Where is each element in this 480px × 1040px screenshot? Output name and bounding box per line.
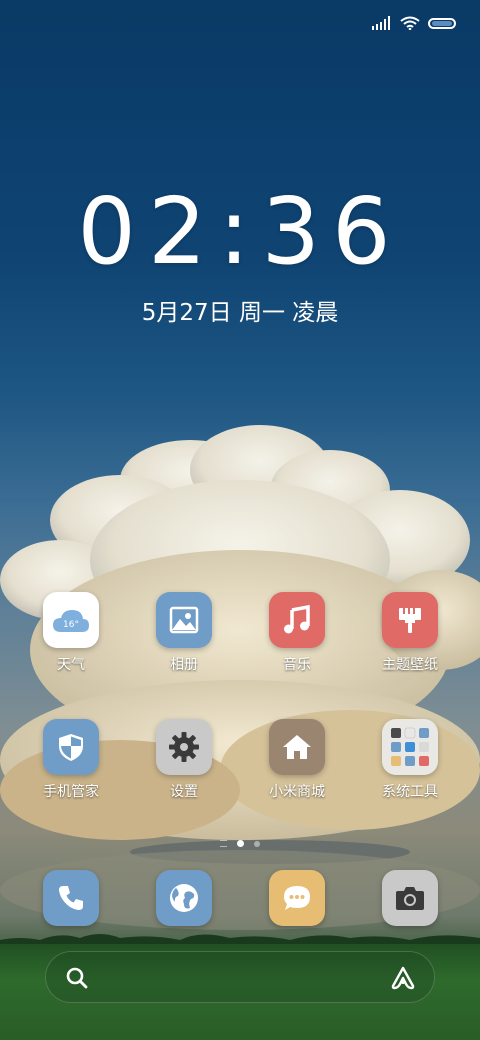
dock-camera[interactable] bbox=[382, 870, 438, 926]
signal-icon bbox=[372, 16, 390, 30]
messages-icon bbox=[284, 886, 310, 910]
app-label: 手机管家 bbox=[43, 784, 99, 800]
status-bar bbox=[372, 12, 456, 34]
page-dot-list[interactable] bbox=[220, 840, 227, 847]
app-gallery[interactable]: 相册 bbox=[134, 592, 234, 674]
wallpaper-treeline bbox=[0, 934, 480, 944]
svg-text:16°: 16° bbox=[63, 620, 79, 630]
folder-icon bbox=[382, 719, 438, 775]
music-icon bbox=[269, 592, 325, 648]
app-mi-store[interactable]: 小米商城 bbox=[247, 719, 347, 801]
app-label: 设置 bbox=[170, 784, 198, 800]
page-indicator bbox=[0, 840, 480, 847]
browser-icon bbox=[170, 884, 198, 912]
dock-phone[interactable] bbox=[43, 870, 99, 926]
assistant-icon[interactable] bbox=[390, 965, 416, 995]
dock-browser[interactable] bbox=[156, 870, 212, 926]
search-icon[interactable] bbox=[64, 965, 90, 995]
camera-icon bbox=[396, 887, 424, 910]
app-music[interactable]: 音乐 bbox=[247, 592, 347, 674]
page-dot[interactable] bbox=[254, 840, 260, 847]
home-store-icon bbox=[269, 719, 325, 775]
app-label: 天气 bbox=[57, 657, 85, 673]
app-label: 音乐 bbox=[283, 657, 311, 673]
search-bar[interactable] bbox=[45, 951, 435, 1003]
phone-icon bbox=[59, 886, 83, 910]
app-label: 系统工具 bbox=[382, 784, 438, 800]
app-themes[interactable]: 主题壁纸 bbox=[360, 592, 460, 674]
weather-icon: 16° bbox=[43, 592, 99, 648]
app-label: 主题壁纸 bbox=[382, 657, 438, 673]
clock: 02:36 bbox=[77, 178, 403, 285]
app-label: 相册 bbox=[170, 657, 198, 673]
page-dot-active[interactable] bbox=[237, 840, 244, 847]
battery-icon bbox=[428, 17, 456, 29]
gear-icon bbox=[156, 719, 212, 775]
home-screen: 02:36 5月27日 周一 凌晨 16° 天气 相册 音乐 主题壁纸 手机管家… bbox=[0, 0, 480, 1040]
wifi-icon bbox=[400, 16, 420, 30]
app-security[interactable]: 手机管家 bbox=[21, 719, 121, 801]
gallery-icon bbox=[156, 592, 212, 648]
security-icon bbox=[43, 719, 99, 775]
app-weather[interactable]: 16° 天气 bbox=[21, 592, 121, 674]
dock-messages[interactable] bbox=[269, 870, 325, 926]
date-label: 5月27日 周一 凌晨 bbox=[141, 300, 339, 326]
app-system-tools-folder[interactable]: 系统工具 bbox=[360, 719, 460, 801]
app-settings[interactable]: 设置 bbox=[134, 719, 234, 801]
themes-icon bbox=[382, 592, 438, 648]
app-label: 小米商城 bbox=[269, 784, 325, 800]
